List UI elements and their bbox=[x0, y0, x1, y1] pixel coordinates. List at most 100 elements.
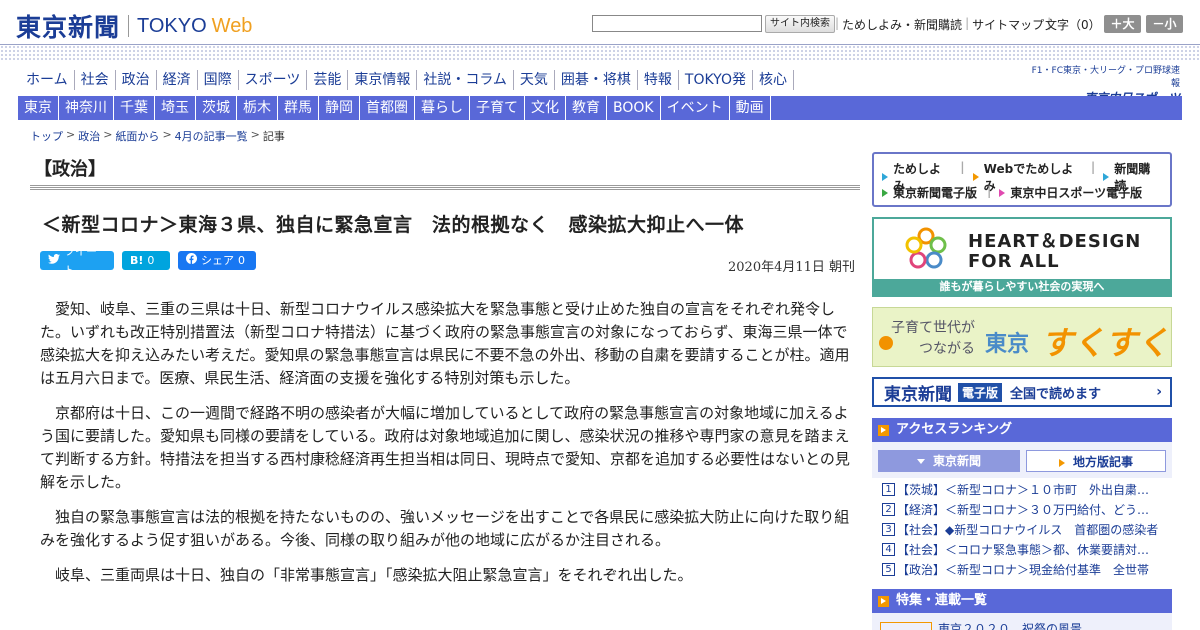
logo-text-web: Web bbox=[211, 14, 253, 37]
digital-edition-banner[interactable]: 東京新聞 電子版 全国で読めます › bbox=[872, 377, 1172, 407]
nav-politics[interactable]: 政治 bbox=[114, 70, 156, 90]
ranking-tab-label: 東京新聞 bbox=[932, 454, 981, 468]
ranking-item[interactable]: 1 【茨城】＜新型コロナ＞１０市町 外出自粛要請 bbox=[882, 480, 1160, 500]
breadcrumb-top[interactable]: トップ bbox=[30, 128, 63, 144]
nav-sports[interactable]: スポーツ bbox=[237, 70, 307, 90]
subnav-shizuoka[interactable]: 静岡 bbox=[319, 96, 360, 120]
rank-number: 1 bbox=[882, 483, 895, 496]
subnav-parenting[interactable]: 子育て bbox=[470, 96, 525, 120]
link-separator: | bbox=[965, 16, 970, 30]
section-divider bbox=[30, 185, 860, 190]
twitter-bird-icon bbox=[48, 251, 60, 270]
subnav-tokyo[interactable]: 東京 bbox=[18, 96, 59, 120]
subnav-video[interactable]: 動画 bbox=[730, 96, 771, 120]
arrow-icon bbox=[972, 173, 979, 181]
arrow-right-icon bbox=[1058, 458, 1065, 467]
nav-international[interactable]: 国際 bbox=[196, 70, 238, 90]
tweet-button[interactable]: ツイート bbox=[40, 245, 114, 277]
ranking-item[interactable]: 3 【社会】◆新型コロナウイルス 首都圏の感染者 bbox=[882, 520, 1160, 540]
site-search-button[interactable]: サイト内検索 bbox=[765, 15, 835, 33]
features-header: 特集・連載一覧 bbox=[872, 589, 1172, 613]
site-search-input[interactable] bbox=[592, 15, 762, 32]
features-panel: 東京２０２０ 祝祭の風景 bbox=[872, 613, 1172, 630]
breadcrumb-politics[interactable]: 政治 bbox=[78, 128, 100, 144]
service-link-chunichi-denshiban[interactable]: 東京中日スポーツ電子版 bbox=[999, 184, 1142, 201]
ranking-item-title: 【茨城】＜新型コロナ＞１０市町 外出自粛要請 bbox=[897, 483, 1160, 497]
hatena-bookmark-button[interactable]: B! 0 bbox=[122, 251, 170, 270]
subnav-shutoken[interactable]: 首都圏 bbox=[360, 96, 415, 120]
nav-entertainment[interactable]: 芸能 bbox=[306, 70, 347, 90]
heart-design-subtitle: FOR ALL bbox=[968, 251, 1060, 272]
nav-kakushin[interactable]: 核心 bbox=[751, 70, 794, 90]
subnav-culture[interactable]: 文化 bbox=[525, 96, 566, 120]
font-larger-button[interactable]: ＋大 bbox=[1104, 15, 1141, 33]
site-logo[interactable]: 東京新聞 TOKYO Web bbox=[16, 8, 252, 44]
ranking-tab-tokyo[interactable]: 東京新聞 bbox=[878, 450, 1020, 472]
subnav-education[interactable]: 教育 bbox=[566, 96, 607, 120]
facebook-share-button[interactable]: シェア 0 bbox=[178, 251, 256, 270]
share-label: シェア bbox=[201, 254, 234, 267]
logo-text-tokyo: TOKYO bbox=[137, 14, 207, 37]
ranking-tab-local[interactable]: 地方版記事 bbox=[1026, 450, 1166, 472]
breadcrumb-current: 記事 bbox=[262, 130, 285, 143]
rank-number: 4 bbox=[882, 543, 895, 556]
heart-design-tagline: 誰もが暮らしやすい社会の実現へ bbox=[874, 279, 1170, 295]
subnav-kanagawa[interactable]: 神奈川 bbox=[59, 96, 114, 120]
ranking-item[interactable]: 4 【社会】＜コロナ緊急事態＞都、休業要請対象を bbox=[882, 540, 1160, 560]
logo-text-jp: 東京新聞 bbox=[16, 13, 121, 42]
nav-home[interactable]: ホーム bbox=[20, 70, 74, 90]
global-nav: ホーム 社会 政治 経済 国際 スポーツ 芸能 東京情報 社説・コラム 天気 囲… bbox=[20, 70, 794, 90]
nav-go-shogi[interactable]: 囲碁・将棋 bbox=[553, 70, 637, 90]
breadcrumb-april-list[interactable]: 4月の記事一覧 bbox=[175, 128, 248, 144]
subnav-chiba[interactable]: 千葉 bbox=[114, 96, 155, 120]
ranking-header: アクセスランキング bbox=[872, 418, 1172, 442]
ranking-item[interactable]: 5 【政治】＜新型コロナ＞現金給付基準 全世帯 bbox=[882, 560, 1160, 580]
arrow-icon bbox=[999, 188, 1006, 197]
header-dotted-band bbox=[0, 44, 1200, 62]
feature-thumbnail[interactable] bbox=[880, 622, 932, 630]
nav-tokyo-info[interactable]: 東京情報 bbox=[347, 70, 416, 90]
nav-editorial-column[interactable]: 社説・コラム bbox=[416, 70, 513, 90]
service-link-label: 東京中日スポーツ電子版 bbox=[1010, 186, 1143, 200]
subnav-event[interactable]: イベント bbox=[661, 96, 730, 120]
features-title: 特集・連載一覧 bbox=[896, 593, 988, 608]
breadcrumb-separator: > bbox=[103, 128, 113, 141]
subnav-gunma[interactable]: 群馬 bbox=[278, 96, 319, 120]
tokyo-sukusuku-banner[interactable]: 子育て世代が つながる 東京 すくすく bbox=[872, 307, 1172, 367]
subnav-saitama[interactable]: 埼玉 bbox=[155, 96, 196, 120]
ranking-title: アクセスランキング bbox=[896, 422, 1012, 437]
arrow-icon bbox=[882, 173, 888, 181]
breadcrumb-separator: > bbox=[250, 128, 260, 141]
breadcrumb-paper[interactable]: 紙面から bbox=[115, 128, 159, 144]
header-link-sitemap[interactable]: サイトマップ bbox=[972, 16, 1044, 33]
ranking-item-title: 【政治】＜新型コロナ＞現金給付基準 全世帯 bbox=[897, 563, 1150, 577]
header-link-trial-subscribe[interactable]: ためしよみ・新聞購読 bbox=[842, 16, 962, 33]
nav-weather[interactable]: 天気 bbox=[512, 70, 554, 90]
ranking-item[interactable]: 2 【経済】＜新型コロナ＞３０万円給付、どう受け取る bbox=[882, 500, 1160, 520]
subnav-living[interactable]: 暮らし bbox=[415, 96, 470, 120]
link-separator: | bbox=[987, 184, 992, 198]
nav-society[interactable]: 社会 bbox=[73, 70, 115, 90]
subnav-tochigi[interactable]: 栃木 bbox=[237, 96, 278, 120]
article-headline: ＜新型コロナ＞東海３県、独自に緊急宣言 法的根拠なく 感染拡大抑止へ一体 bbox=[42, 214, 745, 236]
feature-item-title[interactable]: 東京２０２０ 祝祭の風景 bbox=[938, 620, 1082, 630]
logo-divider bbox=[128, 15, 130, 37]
heart-design-banner[interactable]: HEART＆DESIGN FOR ALL 誰もが暮らしやすい社会の実現へ bbox=[872, 217, 1172, 297]
digital-edition-tagline: 全国で読めます bbox=[1010, 386, 1102, 402]
orange-arrow-box-icon bbox=[878, 424, 889, 436]
ranking-item-title: 【社会】◆新型コロナウイルス 首都圏の感染者 bbox=[897, 523, 1159, 537]
sukusuku-tagline-1: 子育て世代が bbox=[891, 320, 975, 336]
nav-tokuho[interactable]: 特報 bbox=[636, 70, 678, 90]
arrow-icon bbox=[882, 188, 888, 197]
nav-economy[interactable]: 経済 bbox=[155, 70, 197, 90]
hatena-count: 0 bbox=[147, 254, 155, 267]
font-smaller-button[interactable]: －小 bbox=[1146, 15, 1183, 33]
subnav-book[interactable]: BOOK bbox=[607, 96, 661, 120]
hatena-icon: B! bbox=[130, 254, 144, 267]
article-paragraph: 京都府は十日、この一週間で経路不明の感染者が大幅に増加しているとして政府の緊急事… bbox=[40, 404, 850, 491]
rank-number: 3 bbox=[882, 523, 895, 536]
article-paragraph: 岐阜、三重両県は十日、独自の「非常事態宣言」「感染拡大阻止緊急宣言」をそれぞれ出… bbox=[55, 566, 693, 584]
subnav-ibaraki[interactable]: 茨城 bbox=[196, 96, 237, 120]
nav-tokyo-hatsu[interactable]: TOKYO発 bbox=[677, 70, 752, 90]
service-link-denshiban[interactable]: 東京新聞電子版 bbox=[882, 184, 977, 201]
